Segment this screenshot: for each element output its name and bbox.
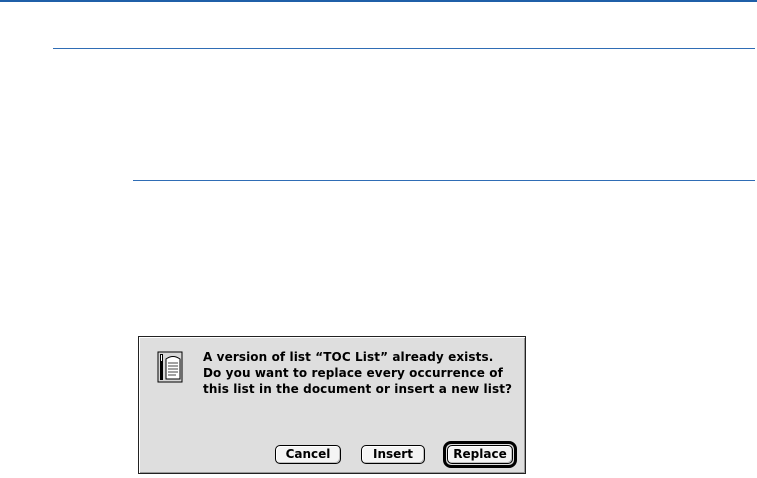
insert-button[interactable]: Insert <box>361 445 425 464</box>
section-divider-rule <box>53 48 755 49</box>
replace-button[interactable]: Replace <box>447 445 513 464</box>
dialog-message: A version of list “TOC List” already exi… <box>203 350 513 396</box>
caution-document-icon <box>157 351 183 383</box>
cancel-button[interactable]: Cancel <box>275 445 341 464</box>
alert-dialog: A version of list “TOC List” already exi… <box>138 336 526 474</box>
top-divider-rule <box>0 0 757 2</box>
subsection-divider-rule <box>133 180 755 181</box>
